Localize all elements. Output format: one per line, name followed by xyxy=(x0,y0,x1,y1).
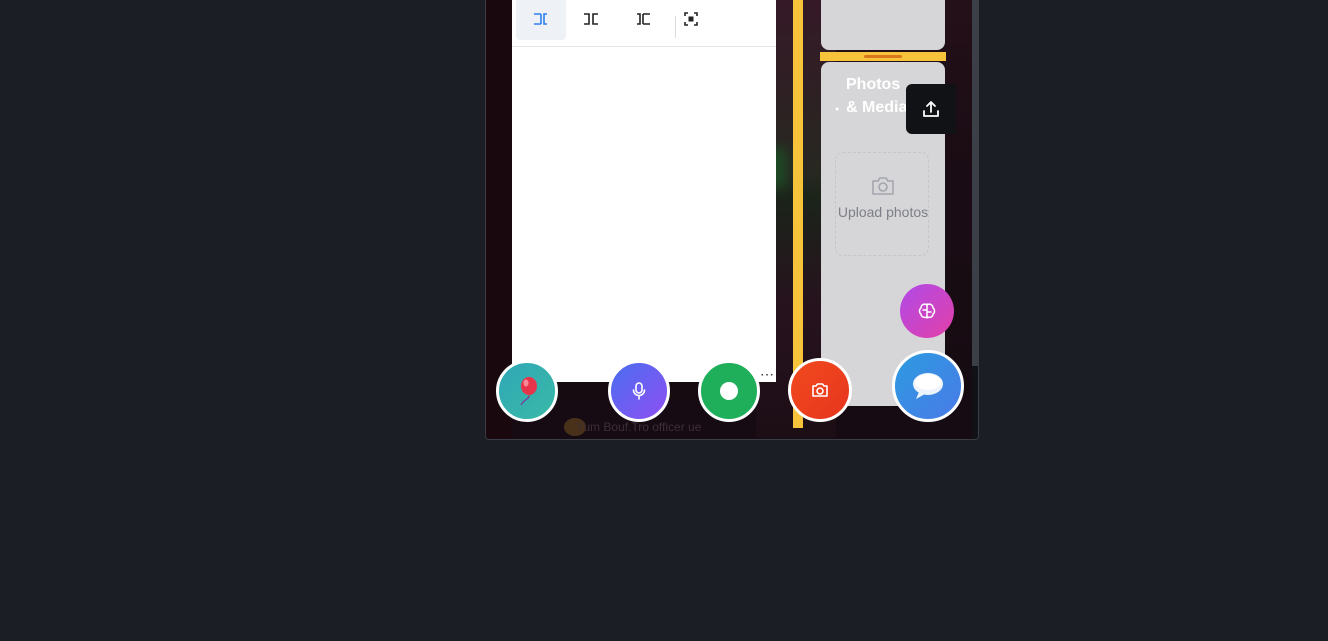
scrollbar[interactable] xyxy=(972,0,978,439)
camera-outline-icon xyxy=(872,177,894,195)
side-card-top xyxy=(821,0,945,50)
dock-right-button[interactable] xyxy=(618,0,668,40)
upload-arrow-icon xyxy=(923,101,939,117)
record-button[interactable] xyxy=(698,360,760,422)
camera-icon xyxy=(812,383,828,397)
fullscreen-icon xyxy=(684,12,698,26)
dock-left-button[interactable] xyxy=(516,0,566,40)
background-row-text: Yum Bouf.Tro officer ue xyxy=(576,420,702,434)
scrollbar-thumb[interactable] xyxy=(972,0,978,366)
chat-button[interactable] xyxy=(892,350,964,422)
brain-button[interactable] xyxy=(900,284,954,338)
balloon-button[interactable] xyxy=(496,360,558,422)
upload-photos-dropzone[interactable]: Upload photos xyxy=(835,152,929,256)
phone-frame: s Yum Bouf.Tro officer ue ⋯ ● Photos & M… xyxy=(485,0,979,440)
drag-grip-icon xyxy=(864,55,902,58)
fullscreen-button[interactable] xyxy=(666,0,716,40)
dock-center-button[interactable] xyxy=(566,0,616,40)
dock-toolbar xyxy=(512,0,776,47)
share-button[interactable] xyxy=(906,84,956,134)
dock-right-icon xyxy=(637,13,650,25)
editor-panel: ⋯ xyxy=(512,0,776,382)
bullet-icon: ● xyxy=(835,106,840,113)
more-options-button[interactable]: ⋯ xyxy=(760,366,775,383)
record-dot-icon xyxy=(720,382,738,400)
camera-button[interactable] xyxy=(788,358,852,422)
microphone-button[interactable] xyxy=(608,360,670,422)
chat-bubble-icon xyxy=(913,373,943,399)
dock-left-icon xyxy=(534,13,547,25)
drag-handle[interactable] xyxy=(820,52,946,61)
dock-center-icon xyxy=(584,13,598,25)
balloon-icon xyxy=(520,377,537,406)
brain-icon xyxy=(918,303,936,319)
microphone-icon xyxy=(632,382,646,400)
upload-photos-label: Upload photos xyxy=(837,204,929,220)
